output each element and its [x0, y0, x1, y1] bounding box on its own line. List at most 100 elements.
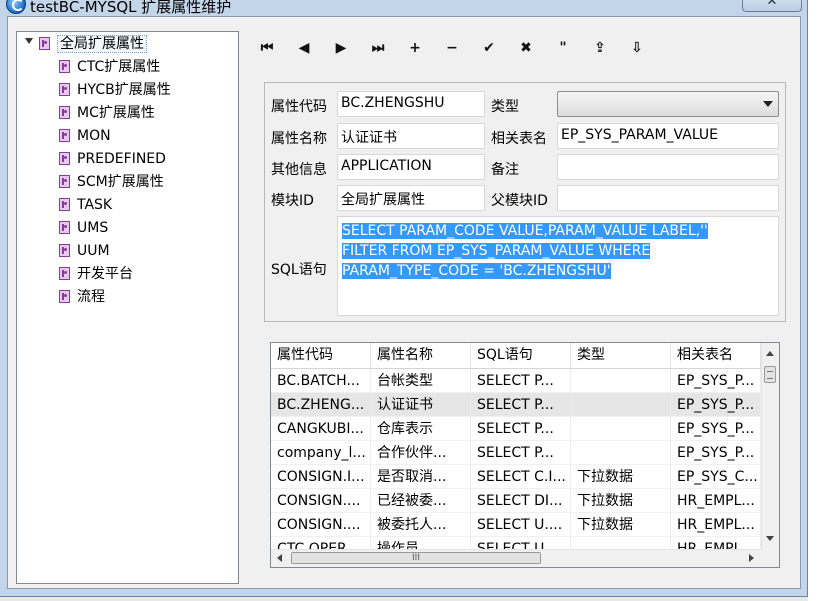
- column-header[interactable]: 属性名称: [371, 343, 471, 368]
- horizontal-scrollbar[interactable]: III: [271, 549, 762, 567]
- table-cell: HR_EMPL...: [671, 489, 761, 513]
- module-icon: [59, 175, 70, 188]
- sql-textarea[interactable]: SELECT PARAM_CODE VALUE,PARAM_VALUE LABE…: [337, 216, 779, 316]
- export-button[interactable]: ⇪: [589, 37, 611, 59]
- save-button[interactable]: ✔: [478, 37, 500, 59]
- table-row[interactable]: BC.ZHENG... 认证证书 SELECT P... EP_SYS_P...: [271, 393, 761, 417]
- parent-field[interactable]: [557, 185, 779, 211]
- table-row[interactable]: CONSIGN.I... 是否取消... SELECT C.I... 下拉数据 EP_S…: [271, 465, 761, 489]
- import-button[interactable]: ⇩: [626, 37, 648, 59]
- grid-header: 属性代码 属性名称 SQL语句 类型 相关表名: [271, 343, 761, 369]
- table-cell: EP_SYS_C...: [671, 465, 761, 489]
- table-cell: [571, 393, 671, 417]
- table-cell: 认证证书: [371, 393, 471, 417]
- table-cell: SELECT P...: [471, 393, 571, 417]
- client-area: 全局扩展属性 CTC扩展属性 HYCB扩展属性 MC扩展属性 MON PREDEFINE…: [7, 16, 801, 589]
- table-cell: CONSIGN....: [271, 513, 371, 537]
- table-row[interactable]: BC.BATCH... 台帐类型 SELECT P... EP_SYS_P...: [271, 369, 761, 393]
- sql-line-1: SELECT PARAM_CODE VALUE,PARAM_VALUE LABE…: [342, 223, 708, 239]
- quote-button[interactable]: ": [552, 37, 574, 59]
- vertical-scroll-thumb[interactable]: [764, 366, 776, 383]
- table-row[interactable]: CONSIGN.... 已经被委... SELECT DI... 下拉数据 HR_EMP…: [271, 489, 761, 513]
- horizontal-scroll-thumb[interactable]: III: [291, 552, 541, 564]
- cancel-button[interactable]: ✖: [515, 37, 537, 59]
- remark-label: 备注: [491, 162, 519, 178]
- tree-item-label: 开发平台: [77, 266, 133, 282]
- delete-button[interactable]: −: [441, 37, 463, 59]
- tree-item[interactable]: HYCB扩展属性: [59, 80, 171, 101]
- add-button[interactable]: +: [404, 37, 426, 59]
- prev-record-button[interactable]: ◀: [293, 37, 315, 59]
- vertical-scrollbar[interactable]: [761, 343, 779, 550]
- table-cell: BC.ZHENG...: [271, 393, 371, 417]
- table-row[interactable]: CANGKUBI... 仓库表示 SELECT P... EP_SYS_P...: [271, 417, 761, 441]
- tree-item-label: MC扩展属性: [77, 105, 155, 121]
- tree-item[interactable]: MC扩展属性: [59, 103, 155, 124]
- name-field[interactable]: 认证证书: [337, 123, 485, 149]
- sql-line-3: PARAM_TYPE_CODE = 'BC.ZHENGSHU': [342, 263, 611, 279]
- collapse-arrow-icon[interactable]: [25, 38, 33, 44]
- module-field[interactable]: 全局扩展属性: [337, 185, 485, 211]
- table-cell: EP_SYS_P...: [671, 441, 761, 465]
- tree-item[interactable]: PREDEFINED: [59, 149, 166, 170]
- background-window-edge: [808, 0, 820, 601]
- table-label: 相关表名: [491, 131, 547, 147]
- scroll-down-icon[interactable]: [766, 536, 774, 541]
- code-field[interactable]: BC.ZHENGSHU: [337, 91, 485, 117]
- background-bottom-edge: [0, 597, 808, 601]
- close-button[interactable]: ✕: [742, 0, 802, 12]
- tree-item-label: UMS: [77, 220, 109, 236]
- scroll-right-icon[interactable]: [749, 554, 754, 562]
- tree-item-label: TASK: [77, 197, 113, 213]
- tree-item[interactable]: CTC扩展属性: [59, 57, 160, 78]
- tree-root-label: 全局扩展属性: [57, 35, 147, 53]
- title-bar[interactable]: testBC-MYSQL 扩展属性维护 ✕: [0, 0, 808, 16]
- tree-item[interactable]: TASK: [59, 195, 112, 216]
- column-header[interactable]: 相关表名: [671, 343, 761, 368]
- column-header[interactable]: 类型: [571, 343, 671, 368]
- module-label: 模块ID: [271, 193, 314, 209]
- other-label: 其他信息: [271, 162, 327, 178]
- chevron-down-icon: [763, 101, 773, 107]
- table-field[interactable]: EP_SYS_PARAM_VALUE: [557, 123, 779, 149]
- table-cell: 是否取消...: [371, 465, 471, 489]
- module-icon: [59, 83, 70, 96]
- table-cell: SELECT P...: [471, 441, 571, 465]
- table-cell: EP_SYS_P...: [671, 417, 761, 441]
- tree-item-label: 流程: [77, 289, 105, 305]
- tree-item-label: PREDEFINED: [77, 151, 166, 167]
- tree-item[interactable]: MON: [59, 126, 111, 147]
- tree-item[interactable]: UUM: [59, 241, 110, 262]
- table-cell: 下拉数据: [571, 489, 671, 513]
- module-icon: [59, 198, 70, 211]
- table-cell: SELECT C.I...: [471, 465, 571, 489]
- table-cell: CANGKUBI...: [271, 417, 371, 441]
- tree-item-label: CTC扩展属性: [77, 59, 161, 75]
- tree-item[interactable]: UMS: [59, 218, 108, 239]
- table-cell: BC.BATCH...: [271, 369, 371, 393]
- module-icon: [59, 60, 70, 73]
- scroll-left-icon[interactable]: [277, 554, 282, 562]
- scroll-up-icon[interactable]: [766, 351, 774, 356]
- tree-item[interactable]: SCM扩展属性: [59, 172, 164, 193]
- table-cell: EP_SYS_P...: [671, 393, 761, 417]
- module-icon: [59, 244, 70, 257]
- table-row[interactable]: company_l... 合作伙伴... SELECT P... EP_SYS_P..…: [271, 441, 761, 465]
- type-select[interactable]: [557, 91, 779, 117]
- table-cell: company_l...: [271, 441, 371, 465]
- table-cell: HR_EMPL...: [671, 513, 761, 537]
- table-cell: [571, 417, 671, 441]
- column-header[interactable]: SQL语句: [471, 343, 571, 368]
- tree-item[interactable]: 开发平台: [59, 264, 133, 285]
- tree-item[interactable]: 流程: [59, 287, 105, 308]
- property-form: 属性代码 BC.ZHENGSHU 类型 属性名称 认证证书 相关表名 EP_SY…: [264, 82, 786, 322]
- property-grid[interactable]: 属性代码 属性名称 SQL语句 类型 相关表名 BC.BATCH... 台帐类型 SELEC…: [270, 342, 780, 568]
- last-record-button[interactable]: ⏭: [367, 37, 389, 59]
- next-record-button[interactable]: ▶: [330, 37, 352, 59]
- table-row[interactable]: CONSIGN.... 被委托人... SELECT U.... 下拉数据 HR_EMP…: [271, 513, 761, 537]
- first-record-button[interactable]: ⏮: [256, 37, 278, 59]
- sql-line-2: FILTER FROM EP_SYS_PARAM_VALUE WHERE: [342, 243, 651, 259]
- other-field[interactable]: APPLICATION: [337, 154, 485, 180]
- column-header[interactable]: 属性代码: [271, 343, 371, 368]
- remark-field[interactable]: [557, 154, 779, 180]
